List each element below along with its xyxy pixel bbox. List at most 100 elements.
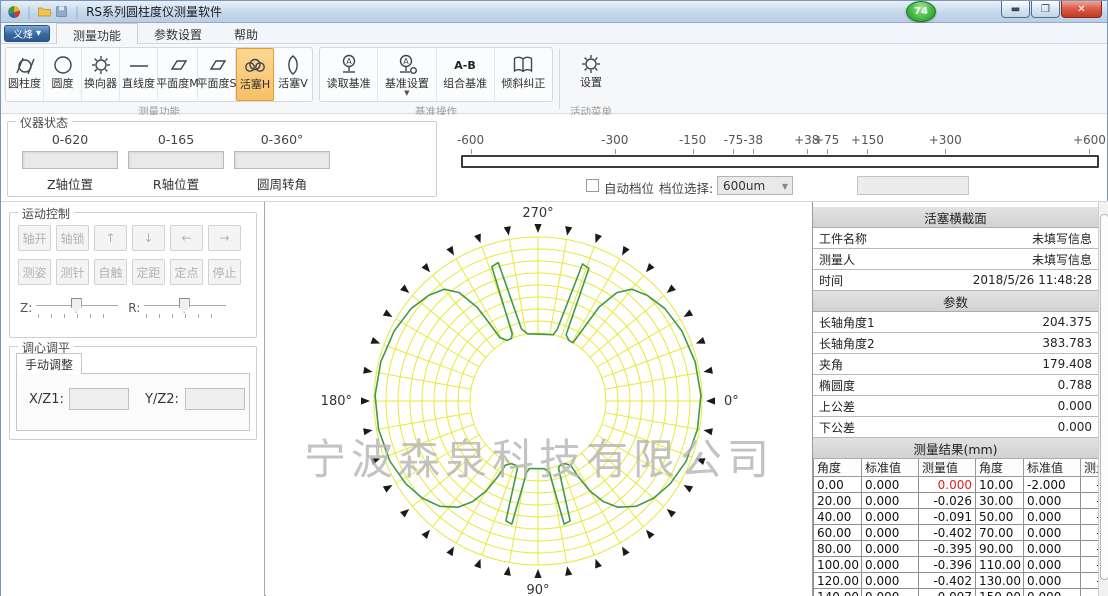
table-row[interactable]: 40.000.000-0.09150.000.000-0.407 [814,509,1108,525]
results-col-header: 测量值 [919,459,976,477]
motion-button-定点[interactable]: 定点 [170,259,203,285]
table-row[interactable]: 100.000.000-0.396110.000.000-0.194 [814,557,1108,573]
info-row: 下公差0.000 [813,417,1098,438]
xz1-label: X/Z1: [29,392,64,407]
motion-button-←[interactable]: ← [170,225,203,251]
axis-status-1: 0-620Z轴位置 [22,132,118,193]
motion-button-自触[interactable]: 自触 [94,259,127,285]
ribbon-button-设置[interactable]: 设置 [567,47,615,102]
range-meter-bar [461,155,1099,168]
ribbon-group-3: 设置活动菜单 [567,47,615,119]
open-file-icon[interactable] [36,3,53,20]
polar-chart-svg: 270°90°180°0° [266,202,812,596]
ribbon-button-直线度[interactable]: 直线度 [120,48,158,101]
ribbon-button-圆度[interactable]: 圆度 [44,48,82,101]
file-menu-button[interactable]: 义烽 ▾ [4,25,50,42]
group-separator [559,49,560,109]
window-title: RS系列圆柱度仪测量软件 [86,3,222,20]
ribbon-button-活塞H[interactable]: 活塞H [236,48,274,101]
close-button[interactable]: ✕ [1061,1,1102,18]
z-slider[interactable] [36,297,118,319]
tab-1[interactable]: 测量功能 [56,23,138,45]
ribbon-button-倾斜纠正[interactable]: 倾斜纠正 [495,48,552,101]
table-row[interactable]: 0.000.0000.00010.00-2.000-0.006 [814,477,1108,493]
r-slider[interactable] [144,297,226,319]
tab-3[interactable]: 帮助 [218,23,274,44]
menu-row: 义烽 ▾ 测量功能参数设置帮助 [1,23,1107,44]
flatness-icon [204,51,228,78]
maximize-button[interactable]: ❐ [1031,1,1060,18]
info-value: 未填写信息 [1032,230,1092,247]
ribbon-button-组合基准[interactable]: A-B组合基准 [437,48,495,101]
table-row[interactable]: 80.000.000-0.39590.000.000-0.394 [814,541,1108,557]
range-select[interactable]: 600um ▼ [717,176,793,195]
app-logo-icon [5,3,22,20]
axis-value-box [128,151,224,169]
yz2-input[interactable] [185,388,245,410]
flatness-icon [165,51,189,78]
ribbon-button-平面度M[interactable]: 平面度M [158,48,198,101]
section-header: 参数 [813,291,1098,312]
motion-button-轴锁[interactable]: 轴锁 [56,225,89,251]
datum-read-icon: A [337,51,361,78]
save-icon[interactable] [53,3,70,20]
scrollbar-thumb[interactable] [1100,214,1108,580]
info-label: 时间 [819,272,843,289]
svg-text:0°: 0° [724,394,739,409]
info-row: 工件名称未填写信息 [813,228,1098,249]
scrollbar[interactable] [1098,202,1108,596]
motion-button-→[interactable]: → [208,225,241,251]
ribbon-button-换向器[interactable]: 换向器 [82,48,120,101]
info-value: 383.783 [1042,336,1092,350]
axis-status-2: 0-165R轴位置 [128,132,224,193]
tab-2[interactable]: 参数设置 [138,23,218,44]
table-row[interactable]: 120.000.000-0.402130.000.000-0.137 [814,573,1108,589]
title-bar: | | RS系列圆柱度仪测量软件 74 ▬ ❐ ✕ [1,1,1107,23]
minimize-button[interactable]: ▬ [1001,1,1030,18]
ribbon-button-读取基准[interactable]: A读取基准 [320,48,378,101]
manual-adjust-tab[interactable]: 手动调整 [16,353,82,374]
piston-v-icon [281,51,305,78]
motion-button-↑[interactable]: ↑ [94,225,127,251]
status-badge: 74 [906,1,936,22]
chevron-down-icon: ▼ [404,90,409,96]
info-row: 长轴角度2383.783 [813,333,1098,354]
r-slider-thumb[interactable] [179,298,190,313]
main-area: 运动控制 轴开轴锁↑↓←→ 测姿测针自触定距定点停止 Z: R: [1,201,1108,596]
svg-text:A: A [346,57,352,66]
ribbon-group-1: 圆柱度圆度换向器直线度平面度M平面度S活塞H活塞V测量功能 [5,47,313,119]
z-slider-thumb[interactable] [71,298,82,313]
motion-button-停止[interactable]: 停止 [208,259,241,285]
ribbon-button-圆柱度[interactable]: 圆柱度 [6,48,44,101]
ribbon-button-基准设置[interactable]: A基准设置▼ [378,48,436,101]
info-row: 时间2018/5/26 11:48:28 [813,270,1098,291]
info-row: 上公差0.000 [813,396,1098,417]
svg-text:A-B: A-B [454,59,475,72]
results-col-header: 标准值 [1024,459,1081,477]
motion-button-↓[interactable]: ↓ [132,225,165,251]
info-value: 未填写信息 [1032,251,1092,268]
ribbon-button-活塞V[interactable]: 活塞V [274,48,312,101]
gear-icon [89,51,113,78]
table-row[interactable]: 60.000.000-0.40270.000.000-0.398 [814,525,1108,541]
range-value-input[interactable] [857,176,969,195]
piston-h-icon [243,52,267,79]
motion-button-测针[interactable]: 测针 [56,259,89,285]
info-value: 179.408 [1042,357,1092,371]
info-row: 测量人未填写信息 [813,249,1098,270]
cylindricity-icon [13,51,37,78]
motion-button-测姿[interactable]: 测姿 [18,259,51,285]
svg-text:180°: 180° [321,394,352,409]
table-row[interactable]: 140.000.000-0.097150.000.000-0.061 [814,589,1108,596]
ribbon-button-平面度S[interactable]: 平面度S [198,48,236,101]
group-legend: 运动控制 [18,205,74,222]
info-label: 上公差 [819,398,855,415]
line-icon [127,51,151,78]
motion-button-轴开[interactable]: 轴开 [18,225,51,251]
auto-range-checkbox[interactable] [586,179,599,192]
xz1-input[interactable] [69,388,129,410]
motion-button-定距[interactable]: 定距 [132,259,165,285]
scale-tick-label: -75 [724,133,744,147]
table-row[interactable]: 20.000.000-0.02630.000.000-0.052 [814,493,1108,509]
scale-tick-label: -150 [679,133,706,147]
